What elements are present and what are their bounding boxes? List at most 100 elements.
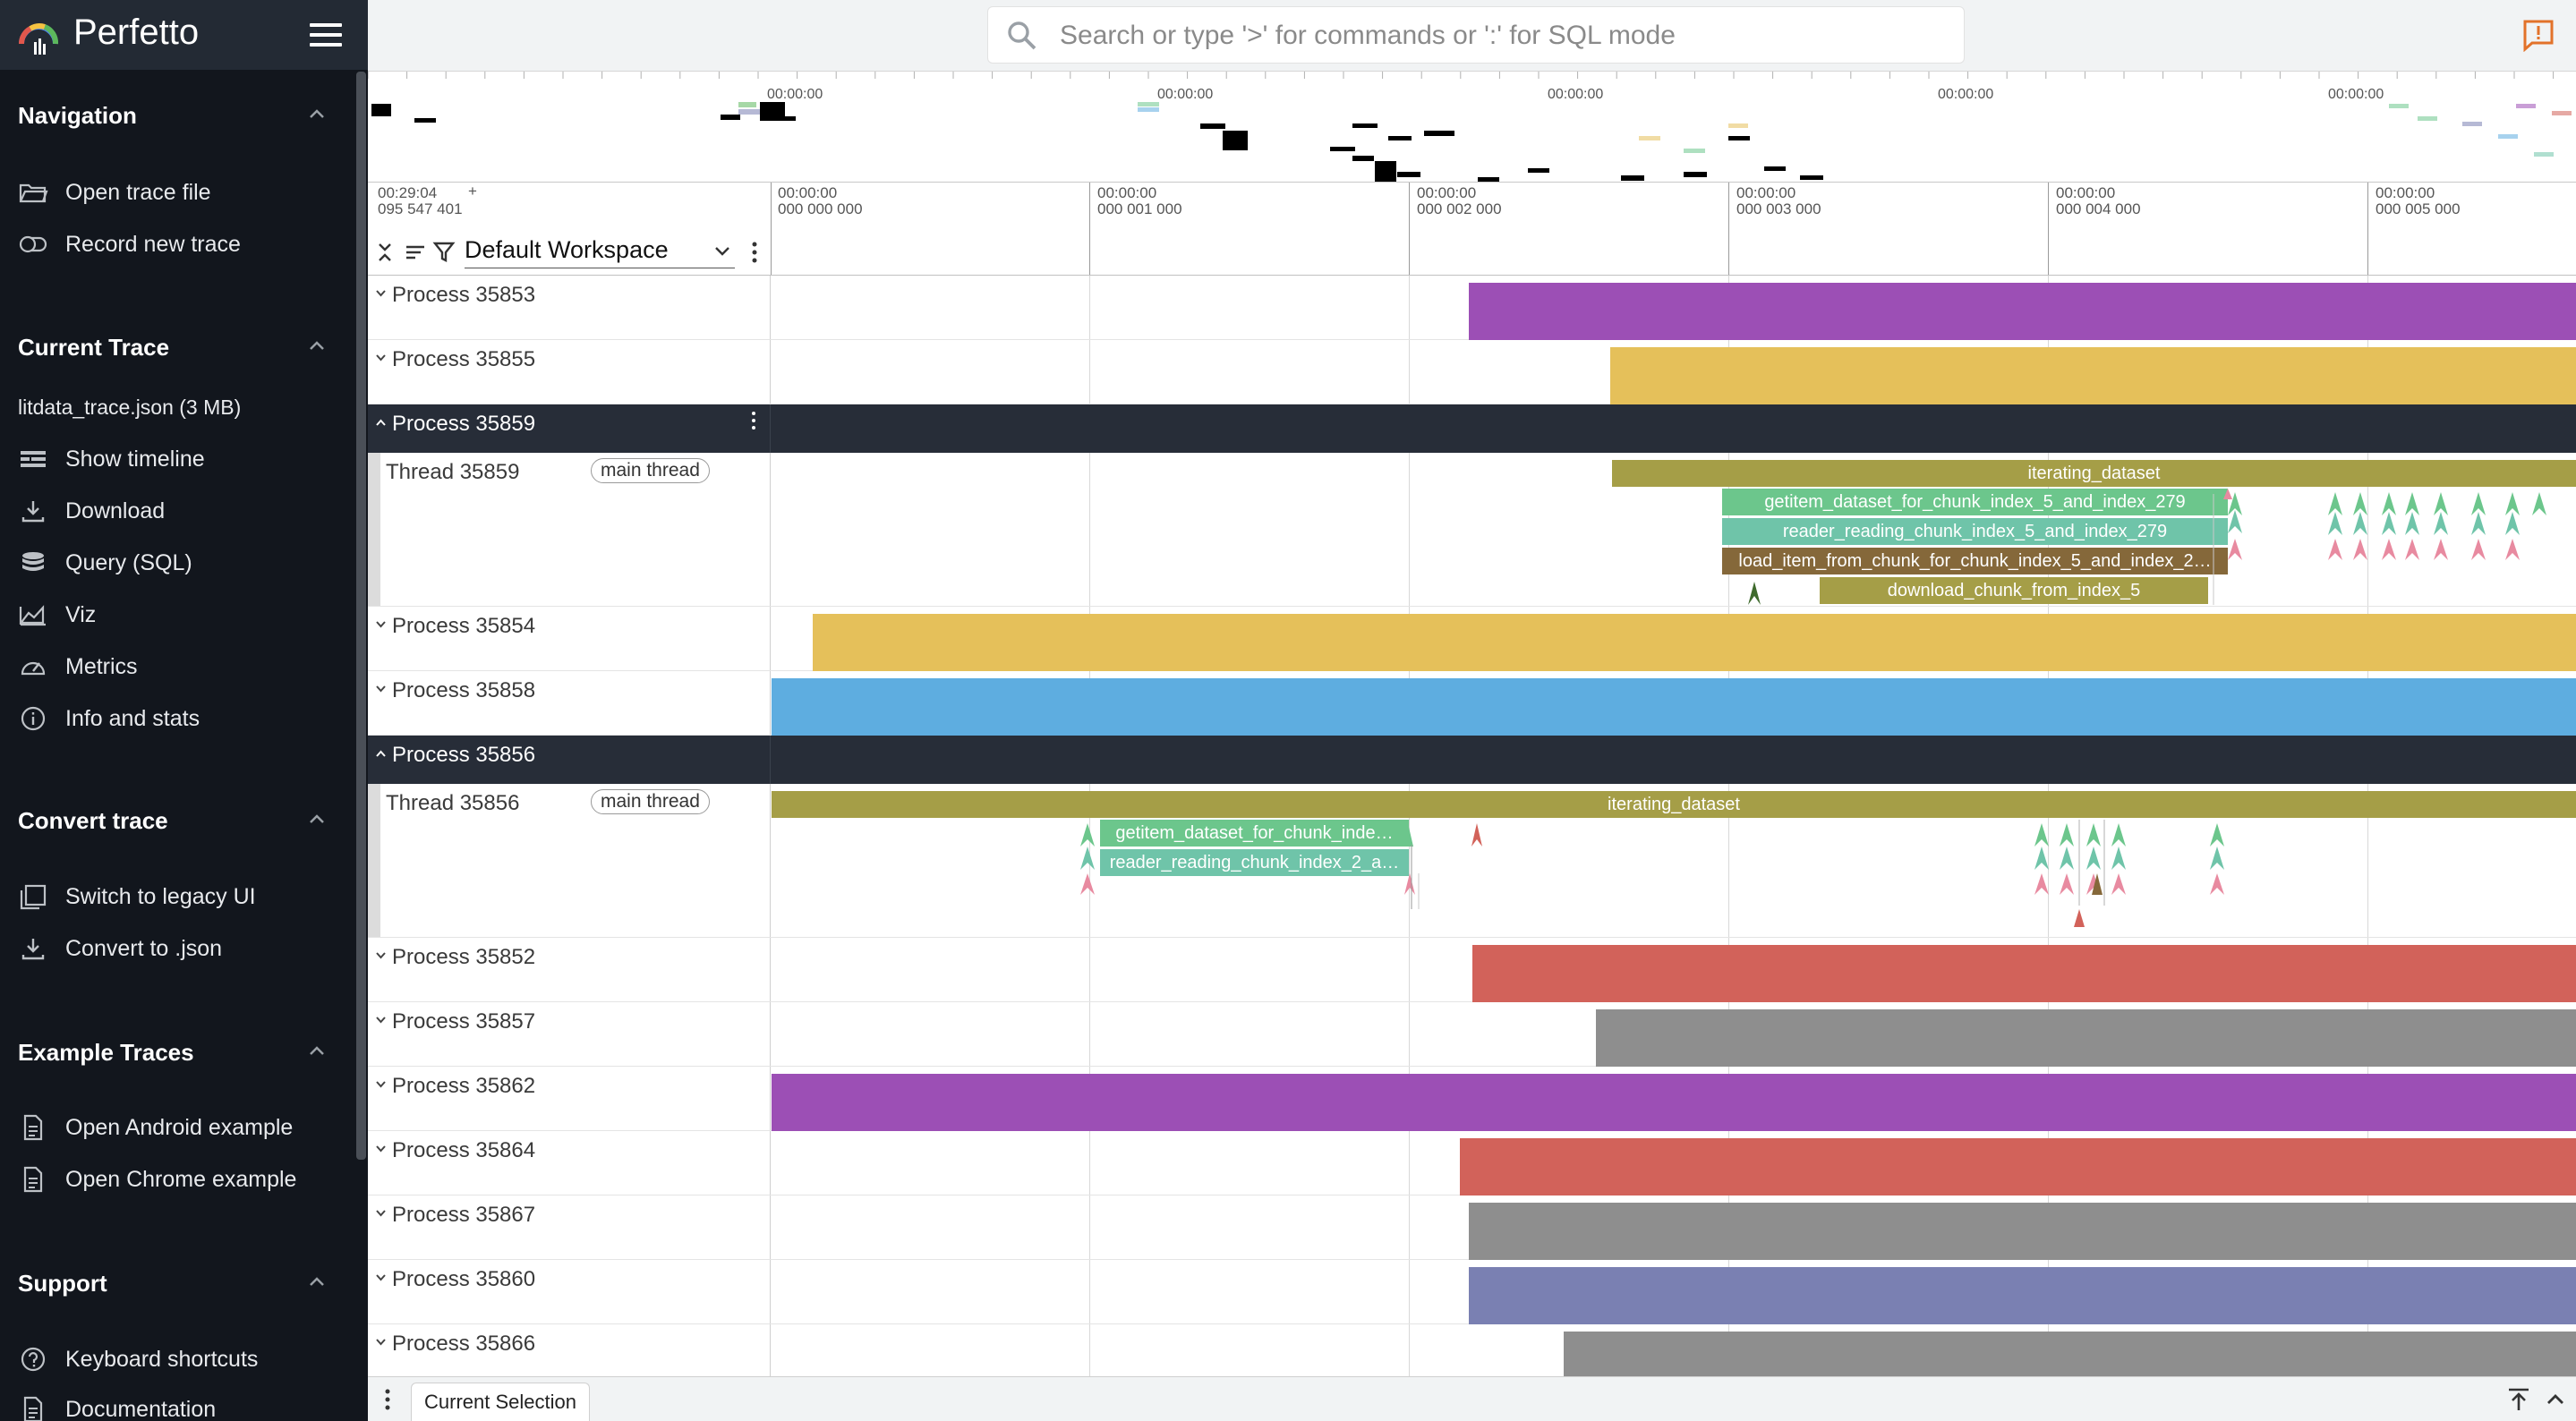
tab-current-selection[interactable]: Current Selection bbox=[411, 1383, 590, 1421]
sidebar-item-show-timeline[interactable]: Show timeline bbox=[18, 441, 340, 477]
chevron-down-icon[interactable] bbox=[375, 1080, 387, 1089]
sidebar-item-viz[interactable]: Viz bbox=[18, 597, 340, 633]
track-shell[interactable]: Process 35856 bbox=[368, 736, 771, 784]
section-title-support[interactable]: Support bbox=[18, 1270, 107, 1298]
track-shell[interactable]: Process 35860 bbox=[368, 1260, 771, 1323]
workspace-selector[interactable]: Default Workspace bbox=[465, 236, 735, 268]
process-summary-bar[interactable] bbox=[1472, 945, 2576, 1002]
thread-track[interactable]: Thread 35856 main thread iterating_datas… bbox=[368, 784, 2576, 938]
process-track[interactable]: Process 35866 bbox=[368, 1324, 2576, 1376]
filter-icon[interactable] bbox=[432, 240, 456, 263]
process-summary-bar[interactable] bbox=[772, 1074, 2576, 1131]
sidebar-item-metrics[interactable]: Metrics bbox=[18, 649, 340, 685]
chevron-up-icon[interactable] bbox=[304, 807, 329, 832]
chevron-down-icon[interactable] bbox=[375, 685, 387, 693]
process-summary-bar[interactable] bbox=[1610, 347, 2576, 404]
process-track[interactable]: Process 35862 bbox=[368, 1067, 2576, 1131]
section-title-navigation[interactable]: Navigation bbox=[18, 102, 137, 130]
process-track[interactable]: Process 35854 bbox=[368, 607, 2576, 671]
menu-icon[interactable] bbox=[310, 23, 342, 48]
process-group-header[interactable]: Process 35856 bbox=[368, 736, 2576, 784]
slice[interactable]: iterating_dataset bbox=[772, 791, 2576, 818]
process-track[interactable]: Process 35852 bbox=[368, 938, 2576, 1002]
sidebar-scrollbar[interactable] bbox=[356, 72, 366, 1160]
chevron-down-icon[interactable] bbox=[375, 353, 387, 362]
feedback-alert-icon[interactable] bbox=[2521, 18, 2555, 52]
chevron-up-icon[interactable] bbox=[304, 102, 329, 127]
sort-icon[interactable] bbox=[404, 242, 427, 263]
chevron-down-icon[interactable] bbox=[375, 1209, 387, 1218]
chevron-up-icon[interactable] bbox=[304, 1270, 329, 1295]
omnibox[interactable] bbox=[987, 6, 1965, 64]
instant-event-markers[interactable] bbox=[1075, 820, 2576, 938]
more-vert-icon[interactable] bbox=[384, 1388, 391, 1411]
sidebar-item-download[interactable]: Download bbox=[18, 493, 340, 529]
process-group-header[interactable]: Process 35859 bbox=[368, 404, 2576, 453]
sidebar-item-info-and-stats[interactable]: Info and stats bbox=[18, 701, 340, 736]
track-area[interactable]: Process 35853 Process 35855 Process 3585… bbox=[368, 276, 2576, 1376]
process-summary-bar[interactable] bbox=[1469, 283, 2576, 340]
track-shell[interactable]: Process 35859 bbox=[368, 404, 771, 453]
vertical-align-top-icon[interactable] bbox=[2505, 1386, 2532, 1413]
track-shell[interactable]: Process 35867 bbox=[368, 1196, 771, 1259]
sidebar-item-switch-to-legacy-ui[interactable]: Switch to legacy UI bbox=[18, 879, 340, 915]
collapse-all-icon[interactable] bbox=[375, 242, 395, 263]
process-summary-bar[interactable] bbox=[813, 614, 2576, 671]
sidebar-item-open-android-example[interactable]: Open Android example bbox=[18, 1110, 340, 1145]
chevron-up-icon[interactable] bbox=[304, 334, 329, 359]
track-shell[interactable]: Thread 35856 main thread bbox=[368, 784, 771, 937]
thread-track[interactable]: Thread 35859 main thread iterating_datas… bbox=[368, 453, 2576, 607]
more-vert-icon[interactable] bbox=[751, 240, 758, 265]
track-shell[interactable]: Process 35855 bbox=[368, 340, 771, 404]
search-input[interactable] bbox=[1060, 16, 1937, 55]
process-track[interactable]: Process 35860 bbox=[368, 1260, 2576, 1324]
chevron-down-icon[interactable] bbox=[375, 1338, 387, 1347]
process-track[interactable]: Process 35853 bbox=[368, 276, 2576, 340]
sidebar-item-record-new-trace[interactable]: Record new trace bbox=[18, 226, 340, 262]
process-track[interactable]: Process 35857 bbox=[368, 1002, 2576, 1067]
instant-event-markers[interactable] bbox=[1744, 489, 2576, 607]
sidebar-item-query-sql[interactable]: Query (SQL) bbox=[18, 545, 340, 581]
chevron-down-icon[interactable] bbox=[375, 1144, 387, 1153]
track-shell[interactable]: Process 35852 bbox=[368, 938, 771, 1001]
process-summary-bar[interactable] bbox=[1469, 1267, 2576, 1324]
chevron-down-icon[interactable] bbox=[375, 1016, 387, 1025]
process-track[interactable]: Process 35864 bbox=[368, 1131, 2576, 1196]
more-vert-icon[interactable] bbox=[751, 410, 756, 431]
chevron-up-icon[interactable] bbox=[375, 418, 387, 427]
track-shell[interactable]: Process 35857 bbox=[368, 1002, 771, 1066]
track-shell[interactable]: Process 35858 bbox=[368, 671, 771, 735]
sidebar-item-open-chrome-example[interactable]: Open Chrome example bbox=[18, 1161, 340, 1197]
track-shell[interactable]: Process 35866 bbox=[368, 1324, 771, 1376]
track-shell[interactable]: Thread 35859 main thread bbox=[368, 453, 771, 606]
process-track[interactable]: Process 35855 bbox=[368, 340, 2576, 404]
sidebar-item-open-trace-file[interactable]: Open trace file bbox=[18, 174, 340, 210]
section-title-current-trace[interactable]: Current Trace bbox=[18, 334, 169, 362]
process-summary-bar[interactable] bbox=[1596, 1009, 2576, 1067]
process-track[interactable]: Process 35858 bbox=[368, 671, 2576, 736]
chevron-down-icon[interactable] bbox=[375, 289, 387, 298]
track-shell[interactable]: Process 35862 bbox=[368, 1067, 771, 1130]
overview-timeline[interactable]: 00:00:00 00:00:00 00:00:00 00:00:00 00:0… bbox=[368, 72, 2576, 183]
chevron-down-icon[interactable] bbox=[375, 1273, 387, 1282]
track-shell[interactable]: Process 35853 bbox=[368, 276, 771, 339]
section-title-example-traces[interactable]: Example Traces bbox=[18, 1039, 194, 1067]
process-summary-bar[interactable] bbox=[772, 678, 2576, 736]
process-track[interactable]: Process 35867 bbox=[368, 1196, 2576, 1260]
track-shell[interactable]: Process 35854 bbox=[368, 607, 771, 670]
chevron-up-icon[interactable] bbox=[375, 749, 387, 758]
process-summary-bar[interactable] bbox=[1460, 1138, 2576, 1196]
sidebar-item-documentation[interactable]: Documentation bbox=[18, 1391, 340, 1421]
chevron-down-icon[interactable] bbox=[375, 951, 387, 960]
process-summary-bar[interactable] bbox=[1469, 1203, 2576, 1260]
chevron-down-icon[interactable] bbox=[713, 245, 731, 258]
section-title-convert-trace[interactable]: Convert trace bbox=[18, 807, 168, 835]
slice[interactable]: iterating_dataset bbox=[1612, 460, 2576, 487]
chevron-up-icon[interactable] bbox=[304, 1039, 329, 1064]
chevron-up-icon[interactable] bbox=[2543, 1388, 2568, 1411]
sidebar-item-convert-to-json[interactable]: Convert to .json bbox=[18, 931, 340, 966]
chevron-down-icon[interactable] bbox=[375, 620, 387, 629]
sidebar-item-keyboard-shortcuts[interactable]: Keyboard shortcuts bbox=[18, 1341, 340, 1377]
track-shell[interactable]: Process 35864 bbox=[368, 1131, 771, 1195]
process-summary-bar[interactable] bbox=[1564, 1332, 2576, 1376]
